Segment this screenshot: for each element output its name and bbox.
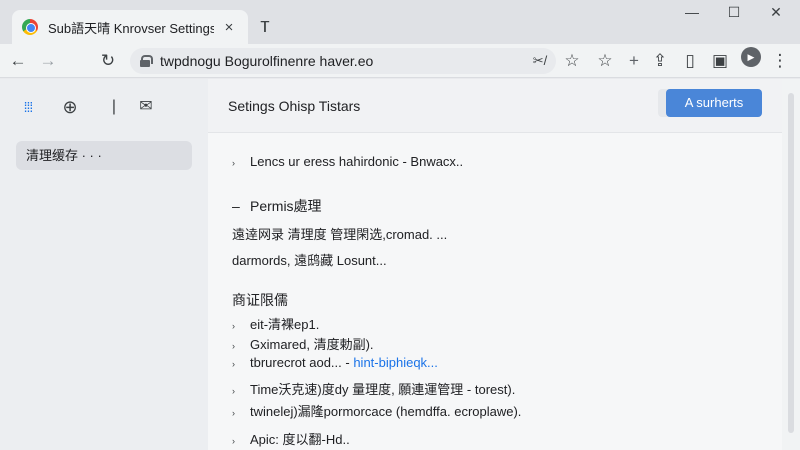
forward-icon[interactable]: →	[36, 49, 60, 73]
row-text: eit-清裸ep1.	[250, 317, 320, 332]
section-heading-security: 商证限儒	[232, 292, 288, 308]
row-link[interactable]: hint-biphieqk...	[353, 355, 438, 370]
tabs-icon[interactable]: ▯	[678, 49, 702, 73]
sidebar-icon-row: ⁞⁞⁞ ⊕ | ✉	[0, 95, 208, 119]
new-tab-button[interactable]: ᴛ	[254, 16, 276, 38]
settings-main: Setings Ohisp Tistars A surherts › Lencs …	[208, 79, 782, 450]
settings-row[interactable]: › Time沃克速)度dy 量理度, 願連運管理 - torest).	[232, 379, 515, 398]
chevron-right-icon: ›	[232, 408, 235, 418]
primary-action-button[interactable]: A surherts	[666, 89, 762, 117]
row-text: tbrurecrot aod... -	[250, 355, 354, 370]
address-bar[interactable]: twpdnogu Bogurolfinenre haver.eo	[130, 48, 556, 74]
close-window-button[interactable]: ✕	[758, 2, 794, 24]
description-text: 遠逹网录 清理度 管理閑选,cromad. ...	[232, 227, 448, 242]
menu-icon[interactable]: ⋮	[768, 49, 792, 73]
lock-icon	[140, 55, 153, 67]
add-icon[interactable]: +	[622, 49, 646, 73]
page-title: Setings Ohisp Tistars	[228, 98, 361, 114]
sidebar-item-clear-cache[interactable]: 清理缓存 · · ·	[16, 141, 192, 170]
chevron-right-icon: ›	[232, 158, 235, 168]
row-text: twinelej)漏隆pormorcace (hemdffa. ecroplaw…	[250, 404, 522, 419]
bookmark-star-icon[interactable]: ☆	[560, 49, 584, 73]
divider: |	[111, 98, 117, 115]
close-tab-icon[interactable]: ×	[220, 19, 238, 36]
scrollbar-thumb[interactable]	[788, 93, 794, 433]
maximize-button[interactable]: ☐	[716, 2, 752, 24]
apps-grid-icon[interactable]: ⁞⁞⁞	[16, 95, 40, 119]
reload-icon[interactable]: ↻	[96, 49, 120, 73]
main-header: Setings Ohisp Tistars A surherts	[208, 79, 782, 133]
tab-strip: Sub語天晴 Knrovser Settings × ᴛ — ☐ ✕	[0, 0, 800, 44]
settings-row[interactable]: › eit-清裸ep1.	[232, 314, 319, 333]
chevron-right-icon: ›	[232, 436, 235, 446]
settings-sidebar: ⁞⁞⁞ ⊕ | ✉ 清理缓存 · · ·	[0, 79, 208, 450]
row-text: Lencs ur eress hahirdonic - Bnwacx..	[250, 154, 464, 169]
description-text: darmords, 遠鸱藏 Losunt...	[232, 253, 387, 268]
screenshot-icon[interactable]: ▣	[708, 49, 732, 73]
chevron-right-icon: ›	[232, 321, 235, 331]
profile-avatar-icon[interactable]: ▶	[741, 47, 761, 67]
tab-search-icon[interactable]: ✂/	[528, 49, 552, 73]
settings-row[interactable]: › Apic: 度以翻-Hd..	[232, 429, 350, 448]
chevron-right-icon: ›	[232, 359, 235, 369]
reading-star-icon[interactable]: ☆	[593, 49, 617, 73]
settings-row[interactable]: › tbrurecrot aod... - hint-biphieqk...	[232, 355, 438, 370]
section-heading-permissions[interactable]: – Permis處理	[232, 196, 322, 216]
browser-tab[interactable]: Sub語天晴 Knrovser Settings ×	[12, 10, 248, 44]
section-heading-text: Permis處理	[250, 198, 322, 214]
browser-toolbar: ← → ↻ twpdnogu Bogurolfinenre haver.eo ✂…	[0, 44, 800, 78]
globe-icon[interactable]: ⊕	[58, 95, 82, 119]
chrome-favicon-icon	[22, 19, 38, 35]
tab-title: Sub語天晴 Knrovser Settings	[48, 20, 214, 36]
row-text: Time沃克速)度dy 量理度, 願連運管理 - torest).	[250, 382, 516, 397]
chevron-right-icon: ›	[232, 341, 235, 351]
collapse-dash-icon: –	[232, 198, 240, 214]
settings-row[interactable]: › Gximared, 清度勅副).	[232, 334, 374, 353]
scrollbar[interactable]	[782, 79, 800, 450]
row-text: Gximared, 清度勅副).	[250, 337, 374, 352]
settings-row[interactable]: › twinelej)漏隆pormorcace (hemdffa. ecropla…	[232, 401, 521, 420]
mail-icon[interactable]: ✉	[134, 95, 158, 119]
row-text: Apic: 度以翻-Hd..	[250, 432, 350, 447]
chevron-right-icon: ›	[232, 386, 235, 396]
share-icon[interactable]: ⇪	[648, 49, 672, 73]
minimize-button[interactable]: —	[674, 2, 710, 24]
url-text: twpdnogu Bogurolfinenre haver.eo	[160, 53, 374, 69]
settings-row[interactable]: › Lencs ur eress hahirdonic - Bnwacx..	[232, 154, 463, 169]
back-icon[interactable]: ←	[6, 49, 30, 73]
